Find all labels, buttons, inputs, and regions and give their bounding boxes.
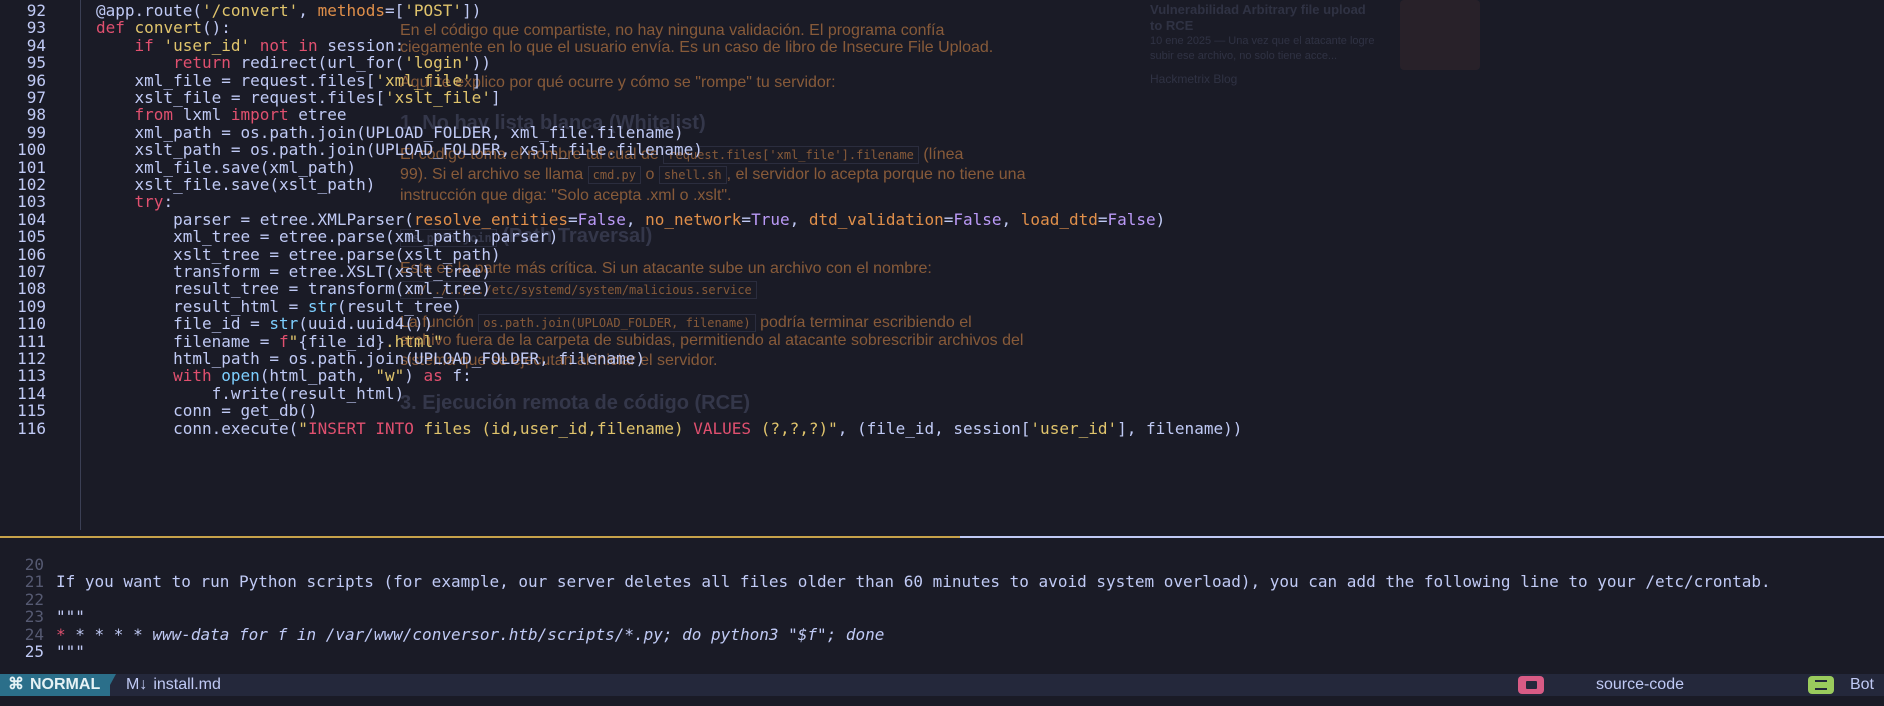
filetype: source-code xyxy=(1595,676,1684,693)
markdown-text: """ xyxy=(56,642,85,661)
filename-section: M↓ install.md xyxy=(126,674,221,696)
markdown-text: * * * * * www-data for f in /var/www/con… xyxy=(56,624,885,644)
indent-guide xyxy=(80,0,81,530)
mode-indicator: ⌘ NORMAL xyxy=(0,674,111,696)
list-icon xyxy=(1808,676,1834,694)
markdown-icon: M↓ xyxy=(126,676,148,693)
vim-icon: ⌘ xyxy=(8,676,24,693)
markdown-text: If you want to run Python scripts (for e… xyxy=(56,572,1771,592)
scroll-position: Bot xyxy=(1849,676,1874,693)
folder-icon xyxy=(1518,676,1544,694)
line-number: 25 xyxy=(24,642,44,661)
markdown-editor[interactable]: 20 21 If you want to run Python scripts (f… xyxy=(0,540,1884,670)
line-number: 116 xyxy=(17,418,46,438)
code-editor[interactable]: 92 @app.route('/convert', methods=['POST'… xyxy=(0,0,1884,530)
mode-separator xyxy=(104,674,116,696)
window-separator[interactable] xyxy=(0,536,1884,538)
code-text: conn.execute("INSERT INTO files (id,user… xyxy=(96,418,1243,438)
filename: install.md xyxy=(153,676,221,693)
statusline: ⌘ NORMAL M↓ install.md source-code Bot xyxy=(0,674,1884,696)
